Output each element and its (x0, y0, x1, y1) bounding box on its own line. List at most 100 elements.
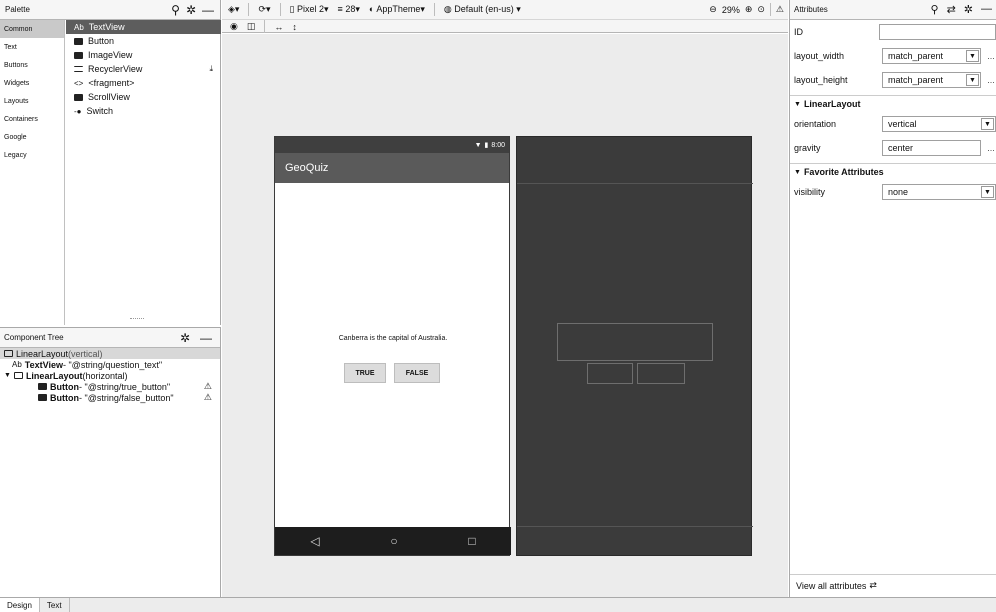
zoom-fit-icon[interactable]: ⊙ (757, 4, 765, 15)
attr-row-id: ID (790, 20, 996, 44)
category-layouts[interactable]: Layouts (0, 92, 64, 110)
palette-item-scrollview[interactable]: ScrollView (66, 90, 221, 104)
zoom-out-icon[interactable]: ⊖ (709, 4, 717, 15)
attr-label: visibility (794, 187, 826, 197)
collapse-arrow-icon[interactable]: ▼ (794, 169, 801, 176)
blueprint-question-outline (557, 323, 713, 361)
layout-height-dropdown[interactable]: match_parent ▼ (882, 72, 981, 88)
blueprint-icon[interactable]: ◫ (247, 21, 256, 32)
chevron-down-icon[interactable]: ▼ (981, 118, 994, 130)
category-common[interactable]: Common (0, 20, 64, 38)
download-icon[interactable]: ⤓ (209, 64, 213, 74)
palette-item-switch[interactable]: -● Switch (66, 104, 221, 118)
orientation-icon[interactable]: ⟳▾ (258, 4, 270, 15)
design-canvas[interactable]: ▼ ▮ 8:00 GeoQuiz Canberra is the capital… (222, 34, 788, 597)
warning-icon[interactable]: ⚠ (776, 4, 784, 15)
vertical-arrows-icon[interactable]: ↕ (292, 22, 297, 32)
toolbar-row-top: ◈▾ ⟳▾ ▯ Pixel 2▾ ≡ 28▾ ◐ AppTheme▾ ◍ Def… (222, 0, 788, 20)
palette-item-recyclerview[interactable]: RecyclerView ⤓ (66, 62, 221, 76)
more-icon[interactable]: … (987, 76, 995, 85)
back-icon[interactable]: ◁ (310, 534, 319, 548)
category-containers[interactable]: Containers (0, 110, 64, 128)
warning-icon[interactable]: ⚠ (204, 381, 212, 392)
palette-item-button[interactable]: Button (66, 34, 221, 48)
design-preview[interactable]: ▼ ▮ 8:00 GeoQuiz Canberra is the capital… (274, 136, 511, 556)
textview-icon: Ab (12, 360, 22, 369)
tree-row-linearlayout-vertical[interactable]: LinearLayout (vertical) (0, 348, 220, 359)
toolbar-divider (769, 3, 771, 16)
minimize-icon[interactable]: — (202, 3, 214, 17)
tree-row-button-false[interactable]: Button - "@string/false_button" ⚠ (0, 392, 220, 403)
minimize-icon[interactable]: — (200, 331, 212, 345)
linearlayout-icon (4, 350, 13, 357)
image-icon (74, 51, 83, 59)
layout-width-dropdown[interactable]: match_parent ▼ (882, 48, 981, 64)
recents-icon[interactable]: □ (468, 534, 475, 548)
view-all-label: View all attributes (796, 580, 867, 591)
gear-icon[interactable]: ✲ (964, 3, 973, 16)
theme-selector[interactable]: ◐ AppTheme▾ (369, 4, 425, 15)
tree-row-button-true[interactable]: Button - "@string/true_button" ⚠ (0, 381, 220, 392)
chevron-down-icon[interactable]: ▼ (981, 186, 994, 198)
chevron-down-icon[interactable]: ▼ (966, 50, 979, 62)
search-icon[interactable]: ⚲ (171, 3, 180, 17)
false-button[interactable]: FALSE (394, 363, 440, 383)
gear-icon[interactable]: ✲ (180, 331, 190, 345)
palette-item-fragment[interactable]: <> <fragment> (66, 76, 221, 90)
home-icon[interactable]: ○ (390, 534, 397, 548)
palette-item-textview[interactable]: Ab TextView (66, 20, 221, 34)
resize-handle[interactable] (130, 318, 144, 319)
layers-icon[interactable]: ◈▾ (228, 4, 239, 15)
category-widgets[interactable]: Widgets (0, 74, 64, 92)
visibility-dropdown[interactable]: none ▼ (882, 184, 996, 200)
toolbar-divider (279, 3, 281, 16)
swap-icon: ⇄ (869, 580, 877, 590)
zoom-in-icon[interactable]: ⊕ (745, 4, 753, 15)
tree-row-linearlayout-horizontal[interactable]: ▼ LinearLayout (horizontal) (0, 370, 220, 381)
blueprint-appbar-outline (517, 183, 753, 184)
section-favorite-attributes[interactable]: ▼ Favorite Attributes (790, 164, 996, 180)
minimize-icon[interactable]: — (981, 3, 992, 16)
tab-design[interactable]: Design (0, 598, 40, 612)
category-google[interactable]: Google (0, 128, 64, 146)
toolbar-row-bottom: ◉ ◫ ↔ ↕ (222, 20, 788, 33)
collapse-arrow-icon[interactable]: ▼ (794, 101, 801, 108)
tree-row-textview[interactable]: Ab TextView - "@string/question_text" (0, 359, 220, 370)
category-legacy[interactable]: Legacy (0, 146, 64, 164)
blueprint-preview[interactable] (516, 136, 753, 556)
orientation-dropdown[interactable]: vertical ▼ (882, 116, 996, 132)
category-text[interactable]: Text (0, 38, 64, 56)
editor-mode-tabs: Design Text (0, 597, 996, 612)
warning-icon[interactable]: ⚠ (204, 392, 212, 403)
more-icon[interactable]: … (987, 144, 995, 153)
eye-icon[interactable]: ◉ (230, 21, 238, 32)
chevron-down-icon[interactable]: ▼ (966, 74, 979, 86)
more-icon[interactable]: … (987, 52, 995, 61)
horizontal-arrows-icon[interactable]: ↔ (274, 22, 283, 32)
globe-icon: ◍ (443, 4, 452, 14)
tab-text[interactable]: Text (40, 598, 70, 612)
gear-icon[interactable]: ✲ (186, 3, 196, 17)
true-button[interactable]: TRUE (344, 363, 386, 383)
swap-icon[interactable]: ⇄ (947, 3, 956, 16)
api-selector[interactable]: ≡ 28▾ (338, 4, 360, 15)
locale-selector[interactable]: ◍ Default (en-us) ▾ (444, 4, 521, 15)
id-field[interactable] (879, 24, 996, 40)
palette-item-label: TextView (88, 22, 125, 32)
device-selector[interactable]: ▯ Pixel 2▾ (290, 4, 329, 15)
palette-items: Ab TextView Button ImageView RecyclerVie… (66, 20, 221, 118)
category-buttons[interactable]: Buttons (0, 56, 64, 74)
blueprint-true-outline (587, 363, 633, 384)
toolbar-divider (264, 20, 266, 33)
expand-arrow-icon[interactable]: ▼ (4, 372, 11, 379)
palette-categories: Common Text Buttons Widgets Layouts Cont… (0, 20, 65, 325)
gravity-field[interactable]: center (882, 140, 981, 156)
attr-row-layout-height: layout_height match_parent ▼ … (790, 68, 996, 92)
palette-item-imageview[interactable]: ImageView (66, 48, 221, 62)
section-linearlayout[interactable]: ▼ LinearLayout (790, 96, 996, 112)
orientation-value: vertical (888, 119, 917, 129)
view-all-attributes-link[interactable]: View all attributes ⇄ (790, 574, 996, 596)
design-toolbar: ◈▾ ⟳▾ ▯ Pixel 2▾ ≡ 28▾ ◐ AppTheme▾ ◍ Def… (222, 0, 788, 33)
question-text[interactable]: Canberra is the capital of Australia. (275, 335, 511, 342)
search-icon[interactable]: ⚲ (931, 3, 939, 16)
